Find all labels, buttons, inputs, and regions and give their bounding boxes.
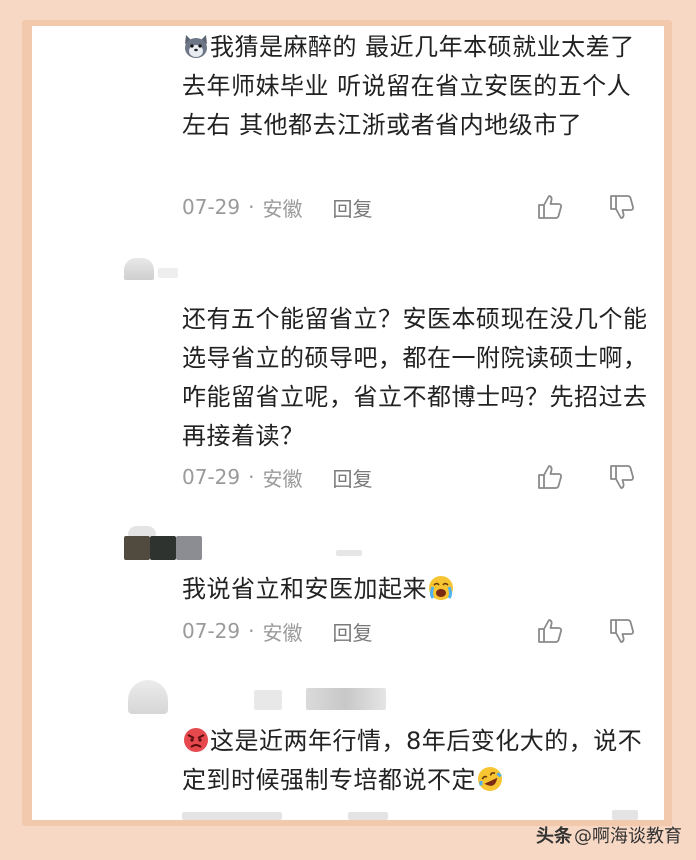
rofl-face-emoji-icon (476, 765, 504, 793)
thumbs-down-icon[interactable] (607, 616, 637, 646)
meta-separator: · (248, 619, 255, 643)
thumbs-up-icon[interactable] (535, 616, 565, 646)
comment-meta: 07-29 · 安徽 回复 (182, 192, 372, 222)
comment-date: 07-29 (182, 619, 241, 643)
username-blurred (336, 550, 362, 556)
comment-location: 安徽 (262, 196, 303, 221)
comment-meta: 07-29 · 安徽 回复 (182, 462, 372, 492)
username-blurred (306, 688, 386, 710)
comment-location: 安徽 (262, 620, 303, 645)
comment-meta-cropped (348, 812, 388, 820)
username-blurred (124, 536, 150, 560)
avatar (124, 258, 154, 280)
reply-button[interactable]: 回复 (332, 463, 372, 492)
avatar (128, 680, 168, 714)
watermark: 头条 @啊海谈教育 (536, 822, 682, 848)
comment-meta-cropped (182, 812, 282, 820)
reply-button[interactable]: 回复 (332, 193, 372, 222)
comment-date: 07-29 (182, 465, 241, 489)
reply-button[interactable]: 回复 (332, 617, 372, 646)
avatar (128, 526, 156, 536)
username-blurred (158, 268, 178, 278)
comment-text: 我猜是麻醉的 最近几年本硕就业太差了 去年师妹毕业 听说留在省立安医的五个人左右… (182, 32, 635, 139)
comment-meta-cropped (612, 810, 638, 820)
angry-face-emoji-icon (182, 726, 210, 754)
comment-text: 我说省立和安医加起来 (182, 570, 652, 609)
comment-panel: 我猜是麻醉的 最近几年本硕就业太差了 去年师妹毕业 听说留在省立安医的五个人左右… (32, 26, 664, 820)
comment-text: 这是近两年行情，8年后变化大的，说不定到时候强制专培都说不定 (182, 726, 643, 794)
meta-separator: · (248, 465, 255, 489)
comment-location: 安徽 (262, 466, 303, 491)
username-blurred (254, 690, 282, 710)
thumbs-down-icon[interactable] (607, 192, 637, 222)
comment-text: 还有五个能留省立？安医本硕现在没几个能选导省立的硕导吧，都在一附院读硕士啊，咋能… (182, 305, 648, 450)
watermark-brand: 头条 (536, 826, 572, 847)
comment-date: 07-29 (182, 195, 241, 219)
thumbs-up-icon[interactable] (535, 462, 565, 492)
username-blurred (150, 536, 176, 560)
wolf-face-emoji-icon (182, 32, 210, 60)
comment-meta: 07-29 · 安徽 回复 (182, 616, 372, 646)
username-blurred (176, 536, 202, 560)
crying-face-emoji-icon (427, 574, 455, 602)
meta-separator: · (248, 195, 255, 219)
thumbs-up-icon[interactable] (535, 192, 565, 222)
thumbs-down-icon[interactable] (607, 462, 637, 492)
watermark-account: @啊海谈教育 (574, 826, 682, 847)
